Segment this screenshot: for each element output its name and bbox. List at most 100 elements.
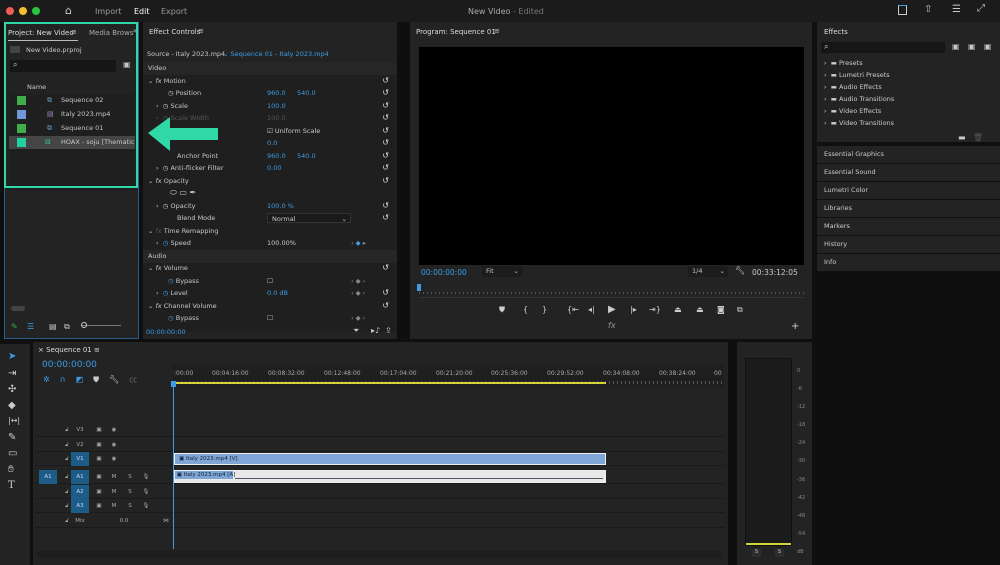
comparison-view-button[interactable]: ⧉ [737,305,743,315]
extract-button[interactable]: ⏏ [696,305,704,314]
home-icon[interactable]: ⌂ [65,4,72,17]
add-marker-button[interactable]: ⛊ [499,305,505,315]
fullscreen-icon[interactable]: ⤢ [977,3,985,14]
mix-volume[interactable]: 0.0 [115,514,133,528]
timeline-scrollbar[interactable] [37,551,722,558]
tab-program[interactable]: Program: Sequence 01 [416,28,496,36]
yuv-effects-icon[interactable]: ▣ [984,42,992,51]
blend-mode-dropdown[interactable]: Normal ⌄ [267,213,351,223]
menu-export[interactable]: Export [161,7,187,16]
playhead-timecode[interactable]: 00:00:00:00 [421,268,467,277]
zoom-slider[interactable] [81,322,121,328]
new-bin-icon[interactable]: ▬ [958,133,966,142]
track-target-v1[interactable]: V1 [71,452,89,466]
playhead-handle[interactable] [171,381,176,387]
channel-volume-effect[interactable]: ⌄ fx Channel Volume ↺ [143,300,397,313]
go-to-in-button[interactable]: {⇤ [567,305,579,314]
mark-in-button[interactable]: { [523,305,528,314]
trash-icon[interactable]: 🗑︎ [973,133,983,142]
position-param[interactable]: ◷ Position 960.0 540.0 ↺ [143,87,397,100]
track-target-a1[interactable]: A1 [71,470,89,484]
folder-video-effects[interactable]: › ▬ Video Effects [824,107,881,115]
resolution-dropdown[interactable]: 1/4 ⌄ [688,266,728,277]
list-view-icon[interactable]: ☰ [27,322,34,331]
playhead-line[interactable] [173,383,174,549]
folder-audio-effects[interactable]: › ▬ Audio Effects [824,83,882,91]
track-select-tool-icon[interactable]: ⇥ [8,368,16,379]
workspaces-icon[interactable]: ☰ [952,4,961,15]
share-icon[interactable]: ⇧ [924,4,932,15]
menu-edit[interactable]: Edit [134,7,150,16]
time-remapping-effect[interactable]: ⌄ fx Time Remapping [143,225,397,238]
mask-tools[interactable]: ⬭ ▭ ✒ [143,187,397,200]
track-target-a2[interactable]: A2 [71,485,89,499]
menu-import[interactable]: Import [95,7,122,16]
panel-lumetri-color[interactable]: Lumetri Color [817,182,1000,199]
panel-markers[interactable]: Markers [817,218,1000,235]
add-button[interactable]: + [791,321,799,332]
audio-clip[interactable]: ▣ Italy 2023.mp4 [A] [174,470,606,483]
volume-effect[interactable]: ⌄ fx Volume ↺ [143,262,397,275]
zoom-dropdown[interactable]: Fit ⌄ [482,266,522,277]
folder-video-transitions[interactable]: › ▬ Video Transitions [824,119,894,127]
panel-libraries[interactable]: Libraries [817,200,1000,217]
solo-right-button[interactable]: S [775,549,784,557]
folder-lumetri-presets[interactable]: › ▬ Lumetri Presets [824,71,890,79]
source-clip-label[interactable]: Source - Italy 2023.mp4 [147,50,225,58]
hand-tool-icon[interactable]: ✋︎ [8,464,14,475]
32bit-effects-icon[interactable]: ▣ [968,42,976,51]
scale-param[interactable]: › ◷ Scale 100.0 ↺ [143,100,397,113]
bypass-param-2[interactable]: ◷ Bypass ☐ ‹ ◆ › [143,312,397,325]
speed-param[interactable]: › ◷ Speed 100.00% ‹ ◆ ▸ [143,237,397,250]
selection-tool-icon[interactable]: ➤ [8,351,16,362]
timeline-timecode[interactable]: 00:00:00:00 [42,360,97,370]
video-clip[interactable]: ▣ Italy 2023.mp4 [V] [174,453,606,465]
effects-search-input[interactable]: ⌕ [821,42,945,53]
motion-effect[interactable]: ⌄ fx Motion ↺ [143,75,397,88]
opacity-effect[interactable]: ⌄ fx Opacity ↺ [143,175,397,188]
rectangle-tool-icon[interactable]: ▭ [8,448,17,459]
step-back-button[interactable]: ◂| [588,305,595,314]
icon-view-icon[interactable]: ▤ [49,322,57,331]
mark-out-button[interactable]: } [542,305,547,314]
panel-essential-graphics[interactable]: Essential Graphics [817,146,1000,163]
tab-effects[interactable]: Effects [824,28,848,36]
go-to-out-button[interactable]: ⇥} [649,305,661,314]
opacity-param[interactable]: › ◷ Opacity 100.0 % ↺ [143,200,397,213]
play-button[interactable]: ▶ [608,304,616,315]
quick-export-icon[interactable] [898,5,907,15]
panel-history[interactable]: History [817,236,1000,253]
export-icon[interactable]: ⇪ [385,326,392,335]
folder-presets[interactable]: › ▬ Presets [824,59,863,67]
freeform-view-icon[interactable]: ⧉ [64,322,70,332]
video-preview[interactable] [419,47,804,265]
ripple-edit-tool-icon[interactable]: ✣ [8,384,16,395]
type-tool-icon[interactable]: T [8,480,15,491]
folder-audio-transitions[interactable]: › ▬ Audio Transitions [824,95,894,103]
pen-tool-icon[interactable]: ✎ [8,432,16,443]
razor-tool-icon[interactable]: ◆ [8,400,16,411]
sequence-clip-dropdown[interactable]: ⌄ Sequence 01 - Italy 2023.mp4 [223,50,329,58]
step-forward-button[interactable]: |▸ [630,305,637,314]
export-frame-camera-icon[interactable]: ◙ [717,305,725,314]
lift-button[interactable]: ⏏ [674,305,682,314]
solo-left-button[interactable]: S [752,549,761,557]
work-area-bar[interactable] [173,382,606,384]
bypass-param[interactable]: ◷ Bypass ☐ ‹ ◆ › [143,275,397,288]
effect-controls-timecode[interactable]: 00:00:00:00 [146,328,186,336]
source-patch-a1[interactable]: A1 [39,470,57,484]
tab-effect-controls[interactable]: Effect Controls [149,28,200,36]
filter-icon[interactable]: ⏷ [353,326,359,336]
anti-flicker-param[interactable]: › ◷ Anti-flicker Filter 0.00 ↺ [143,162,397,175]
accelerated-effects-icon[interactable]: ▣ [952,42,960,51]
panel-info[interactable]: Info [817,254,1000,271]
horizontal-scrollbar[interactable] [11,306,25,311]
playback-timeline-scrubber[interactable] [419,284,804,298]
pencil-icon[interactable]: ✎ [11,322,18,331]
settings-wrench-icon[interactable]: 🔧︎ [735,266,745,275]
timeline-tools[interactable]: ✲∩◩⛊🔧︎㏄ [43,374,147,385]
level-param[interactable]: › ◷ Level 0.0 dB ‹ ◆ › ↺ [143,287,397,300]
fx-icon[interactable]: fx [608,321,616,330]
playhead[interactable] [417,284,421,291]
close-window-button[interactable] [6,7,14,15]
